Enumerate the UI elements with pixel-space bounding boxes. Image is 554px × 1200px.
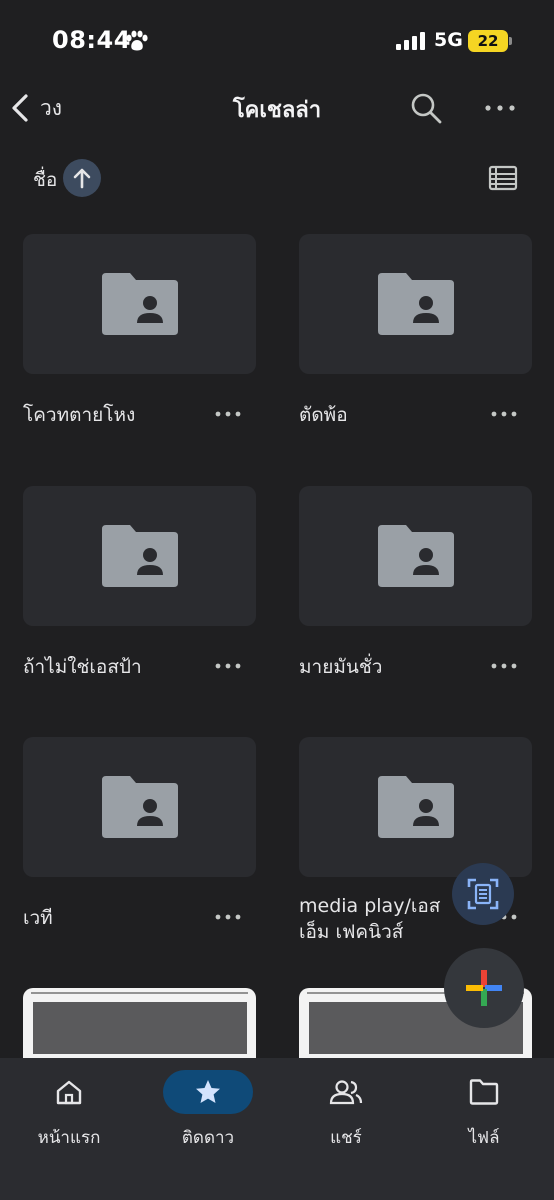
paw-icon (126, 30, 148, 51)
file-thumbnail[interactable] (23, 988, 256, 1068)
folder-thumbnail[interactable] (23, 234, 256, 374)
folder-card[interactable]: media play/เอสเอ็ม เฟคนิวส์ (299, 737, 532, 943)
folder-card[interactable]: มายมันชั่ว (299, 486, 532, 678)
signal-icon (396, 32, 425, 50)
sort-direction-button[interactable] (63, 159, 101, 197)
nav-label: แชร์ (330, 1128, 362, 1148)
sort-bar: ชื่อ (0, 156, 554, 200)
more-options-icon[interactable] (213, 404, 243, 424)
nav-icon-wrap (301, 1070, 391, 1114)
plus-icon (466, 970, 502, 1006)
folder-card[interactable]: เวที (23, 737, 256, 929)
bottom-navigation: หน้าแรก ติดดาว แชร์ ไฟล์ (0, 1058, 554, 1200)
app-bar: วง โคเชลล่า (0, 80, 554, 136)
more-options-icon[interactable] (489, 404, 519, 424)
people-icon (329, 1080, 363, 1105)
nav-label: ไฟล์ (468, 1128, 500, 1148)
more-options-icon[interactable] (213, 656, 243, 676)
folder-name: media play/เอสเอ็ม เฟคนิวส์ (299, 895, 441, 943)
star-icon (196, 1080, 220, 1103)
scan-button[interactable] (452, 863, 514, 925)
folder-name: มายมันชั่ว (299, 656, 383, 678)
arrow-up-icon (73, 168, 91, 189)
folder-icon (469, 1079, 499, 1105)
folder-thumbnail[interactable] (23, 486, 256, 626)
battery-cap (509, 37, 512, 45)
nav-files[interactable]: ไฟล์ (424, 1070, 544, 1160)
more-options-icon[interactable] (489, 656, 519, 676)
folder-name: โควทตายโหง (23, 404, 136, 426)
folder-thumbnail[interactable] (299, 234, 532, 374)
more-options-icon[interactable] (213, 907, 243, 927)
status-time: 08:44 (52, 26, 131, 54)
shared-folder-icon (101, 776, 178, 838)
document-preview (31, 992, 248, 998)
list-view-icon[interactable] (488, 164, 518, 192)
document-scan-icon (467, 878, 499, 910)
nav-home[interactable]: หน้าแรก (9, 1070, 129, 1160)
folder-thumbnail[interactable] (299, 486, 532, 626)
redacted-area (33, 1002, 247, 1054)
home-icon (56, 1080, 82, 1105)
shared-folder-icon (377, 525, 454, 587)
folder-card[interactable]: ถ้าไม่ใช่เอสป้า (23, 486, 256, 678)
nav-icon-wrap (439, 1070, 529, 1114)
folder-thumbnail[interactable] (299, 737, 532, 877)
nav-icon-wrap (163, 1070, 253, 1114)
nav-label: ติดดาว (181, 1128, 235, 1148)
nav-shared[interactable]: แชร์ (286, 1070, 406, 1160)
nav-starred[interactable]: ติดดาว (148, 1070, 268, 1160)
search-icon[interactable] (408, 90, 444, 126)
folder-card[interactable]: โควทตายโหง (23, 234, 256, 426)
folder-name: ถ้าไม่ใช่เอสป้า (23, 656, 142, 678)
shared-folder-icon (101, 273, 178, 335)
page-title: โคเชลล่า (232, 98, 322, 123)
add-button[interactable] (444, 948, 524, 1028)
shared-folder-icon (101, 525, 178, 587)
nav-label: หน้าแรก (37, 1128, 101, 1148)
folder-card[interactable]: ตัดพ้อ (299, 234, 532, 426)
sort-label[interactable]: ชื่อ (33, 165, 57, 195)
status-bar: 08:44 5G 22 (0, 0, 554, 80)
network-type: 5G (434, 29, 463, 51)
more-options-icon[interactable] (482, 90, 518, 126)
shared-folder-icon (377, 776, 454, 838)
folder-name: ตัดพ้อ (299, 404, 348, 426)
folder-name: เวที (23, 907, 53, 929)
folder-thumbnail[interactable] (23, 737, 256, 877)
battery-icon: 22 (468, 30, 508, 52)
nav-icon-wrap (24, 1070, 114, 1114)
shared-folder-icon (377, 273, 454, 335)
